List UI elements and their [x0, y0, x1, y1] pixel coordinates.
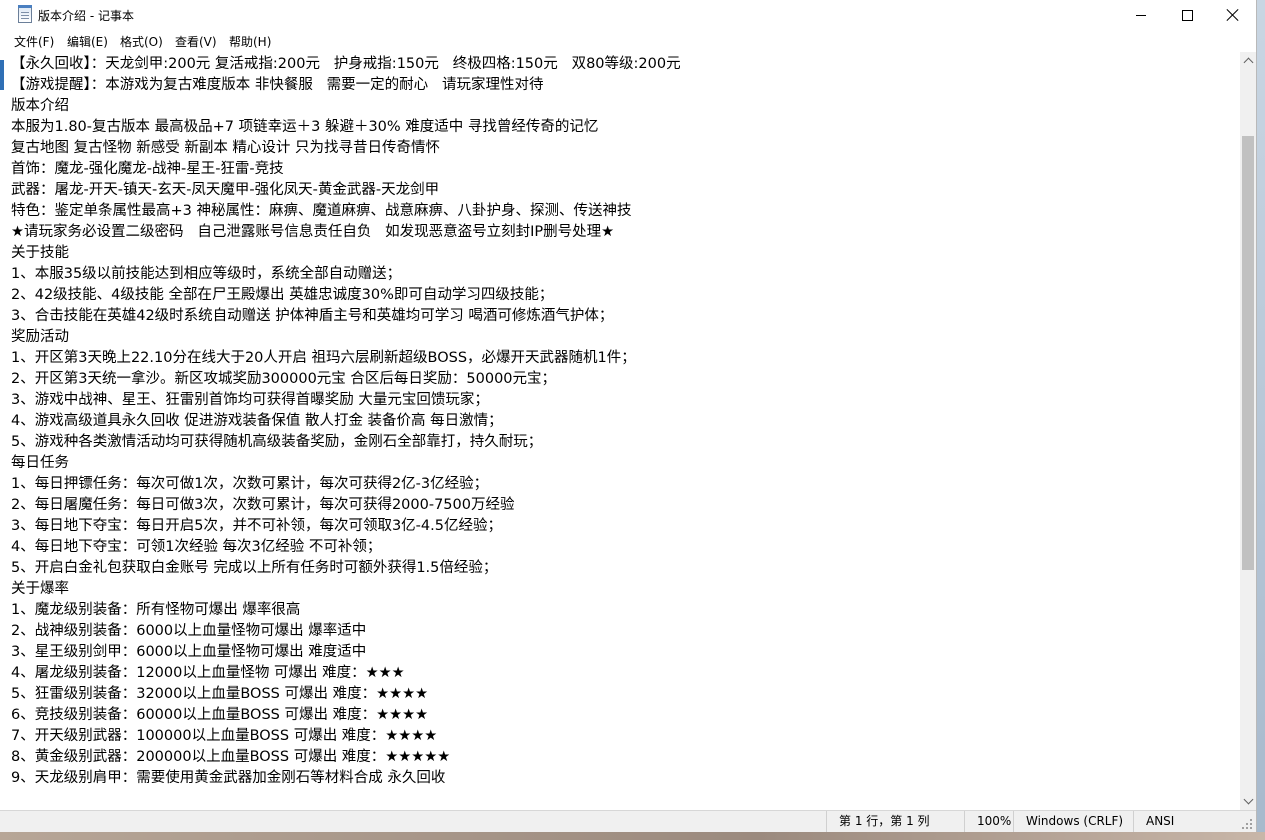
text-line: 关于爆率	[11, 581, 69, 597]
text-line: 5、狂雷级别装备：32000以上血量BOSS 可爆出 难度：★★★★	[11, 686, 429, 702]
text-line: 4、屠龙级别装备：12000以上血量怪物 可爆出 难度：★★★	[11, 665, 405, 681]
chevron-down-icon	[1243, 794, 1253, 805]
text-line: 3、合击技能在英雄42级时系统自动赠送 护体神盾主号和英雄均可学习 喝酒可修炼酒…	[11, 308, 614, 324]
text-line: 5、开启白金礼包获取白金账号 完成以上所有任务时可额外获得1.5倍经验；	[11, 560, 498, 576]
status-cursor-position: 第 1 行，第 1 列	[826, 811, 970, 832]
desktop-background-bottom	[0, 832, 1265, 840]
scroll-up-button[interactable]	[1240, 52, 1256, 69]
text-line: 本服为1.80-复古版本 最高极品+7 项链幸运＋3 躲避＋30% 难度适中 寻…	[11, 119, 599, 135]
text-line: 武器：屠龙-开天-镇天-玄天-凤天魔甲-强化凤天-黄金武器-天龙剑甲	[11, 182, 440, 198]
close-button[interactable]	[1210, 0, 1256, 30]
text-line: 2、每日屠魔任务：每日可做3次，次数可累计，每次可获得2000-7500万经验	[11, 497, 515, 513]
minimize-icon	[1136, 14, 1146, 16]
status-line-ending: Windows (CRLF)	[1013, 811, 1135, 832]
text-line: 每日任务	[11, 455, 69, 471]
text-line: 8、黄金级别武器：200000以上血量BOSS 可爆出 难度：★★★★★	[11, 749, 451, 765]
text-line: 2、42级技能、4级技能 全部在尸王殿爆出 英雄忠诚度30%即可自动学习四级技能…	[11, 287, 554, 303]
scroll-thumb[interactable]	[1242, 135, 1254, 570]
status-encoding: ANSI	[1133, 811, 1241, 832]
text-line: 1、本服35级以前技能达到相应等级时，系统全部自动赠送；	[11, 266, 402, 282]
vertical-scrollbar[interactable]	[1240, 52, 1256, 810]
maximize-button[interactable]	[1164, 0, 1210, 30]
text-line: 特色：鉴定单条属性最高+3 神秘属性：麻痹、魔道麻痹、战意麻痹、八卦护身、探测、…	[11, 203, 632, 219]
text-line: 4、每日地下夺宝：可领1次经验 每次3亿经验 不可补领；	[11, 539, 382, 555]
menu-format[interactable]: 格式(O)	[120, 33, 163, 50]
text-line: ★请玩家务必设置二级密码 自己泄露账号信息责任自负 如发现恶意盗号立刻封IP删号…	[11, 224, 615, 240]
text-line: 1、魔龙级别装备：所有怪物可爆出 爆率很高	[11, 602, 301, 618]
notepad-icon[interactable]	[18, 5, 32, 23]
text-line: 3、星王级别剑甲：6000以上血量怪物可爆出 难度适中	[11, 644, 367, 660]
chevron-up-icon	[1243, 57, 1253, 68]
background-taskbar-edge	[0, 60, 4, 90]
text-line: 1、开区第3天晚上22.10分在线大于20人开启 祖玛六层刷新超级BOSS，必爆…	[11, 350, 636, 366]
maximize-icon	[1181, 9, 1193, 21]
text-line: 1、每日押镖任务：每次可做1次，次数可累计，每次可获得2亿-3亿经验；	[11, 476, 489, 492]
menu-help[interactable]: 帮助(H)	[229, 33, 271, 50]
menu-file[interactable]: 文件(F)	[14, 33, 54, 50]
text-line: 6、竞技级别装备：60000以上血量BOSS 可爆出 难度：★★★★	[11, 707, 429, 723]
title-bar[interactable]: 版本介绍 - 记事本	[0, 0, 1256, 30]
minimize-button[interactable]	[1118, 0, 1164, 30]
menu-edit[interactable]: 编辑(E)	[67, 33, 108, 50]
close-icon	[1227, 9, 1239, 21]
text-line: 奖励活动	[11, 329, 69, 345]
text-line: 【永久回收】：天龙剑甲:200元 复活戒指:200元 护身戒指:150元 终极四…	[11, 56, 681, 72]
notepad-window: 版本介绍 - 记事本 文件(F) 编辑(E) 格式(O) 查看(V) 帮助(H)…	[0, 0, 1257, 832]
text-line: 4、游戏高级道具永久回收 促进游戏装备保值 散人打金 装备价高 每日激情；	[11, 413, 503, 429]
resize-grip-icon[interactable]	[1242, 819, 1254, 831]
window-title: 版本介绍 - 记事本	[38, 9, 134, 23]
status-zoom: 100%	[964, 811, 1014, 832]
text-line: 复古地图 复古怪物 新感受 新副本 精心设计 只为找寻昔日传奇情怀	[11, 140, 441, 156]
text-line: 5、游戏种各类激情活动均可获得随机高级装备奖励，金刚石全部靠打，持久耐玩；	[11, 434, 543, 450]
menu-bar: 文件(F) 编辑(E) 格式(O) 查看(V) 帮助(H)	[0, 30, 1256, 52]
scroll-down-button[interactable]	[1240, 793, 1256, 810]
text-line: 7、开天级别武器：100000以上血量BOSS 可爆出 难度：★★★★	[11, 728, 438, 744]
text-line: 2、战神级别装备：6000以上血量怪物可爆出 爆率适中	[11, 623, 367, 639]
text-line: 关于技能	[11, 245, 69, 261]
text-line: 9、天龙级别肩甲：需要使用黄金武器加金刚石等材料合成 永久回收	[11, 770, 446, 786]
desktop-background	[1257, 0, 1265, 840]
text-line: 版本介绍	[11, 98, 69, 114]
menu-view[interactable]: 查看(V)	[175, 33, 217, 50]
text-editor[interactable]: 【永久回收】：天龙剑甲:200元 复活戒指:200元 护身戒指:150元 终极四…	[0, 52, 1240, 810]
status-bar: 第 1 行，第 1 列 100% Windows (CRLF) ANSI	[0, 810, 1256, 832]
text-line: 3、每日地下夺宝：每日开启5次，并不可补领，每次可领取3亿-4.5亿经验；	[11, 518, 502, 534]
text-line: 2、开区第3天统一拿沙。新区攻城奖励300000元宝 合区后每日奖励：50000…	[11, 371, 557, 387]
text-line: 首饰：魔龙-强化魔龙-战神-星王-狂雷-竞技	[11, 161, 284, 177]
text-line: 3、游戏中战神、星王、狂雷别首饰均可获得首曝奖励 大量元宝回馈玩家；	[11, 392, 489, 408]
text-line: 【游戏提醒】：本游戏为复古难度版本 非快餐服 需要一定的耐心 请玩家理性对待	[11, 77, 544, 93]
